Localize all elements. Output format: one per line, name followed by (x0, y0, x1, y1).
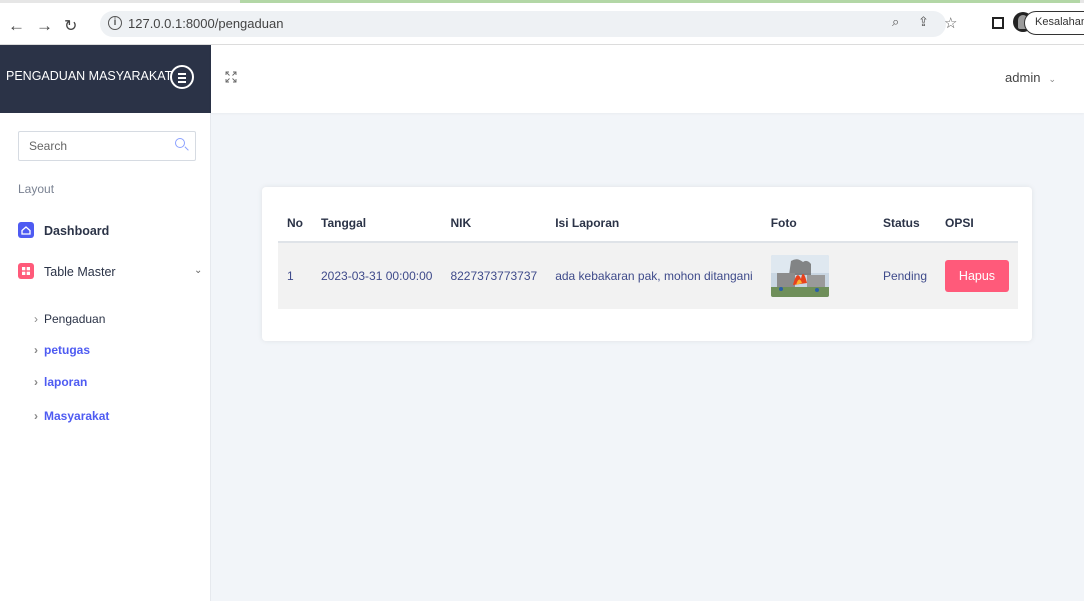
search-input[interactable] (29, 139, 169, 153)
table-row: 1 2023-03-31 00:00:00 8227373773737 ada … (278, 242, 1018, 309)
home-icon (18, 222, 34, 238)
cell-foto (761, 242, 874, 309)
sidebar-brand: PENGADUAN MASYARAKAT (0, 45, 211, 113)
sidebar-subitem-label: petugas (44, 343, 91, 357)
column-header: No (278, 204, 312, 243)
delete-button[interactable]: Hapus (945, 260, 1009, 292)
zoom-icon[interactable]: ⌕ (892, 14, 899, 30)
sidebar-subitem-label: laporan (44, 375, 88, 389)
cell-status: Pending (873, 242, 936, 309)
site-info-icon[interactable]: i (108, 16, 122, 30)
cell-tanggal: 2023-03-31 00:00:00 (312, 242, 442, 309)
share-icon[interactable]: ⇪ (918, 14, 929, 30)
address-bar[interactable]: i 127.0.0.1:8000/pengaduan (100, 11, 946, 37)
sidebar-subitem-label: Pengaduan (44, 312, 106, 326)
user-name: admin (1005, 70, 1041, 85)
back-icon[interactable]: ← (8, 16, 25, 36)
bookmark-star-icon[interactable]: ☆ (944, 14, 957, 32)
browser-toolbar: ← → ↻ i 127.0.0.1:8000/pengaduan ⌕ ⇪ ☆ K… (0, 0, 1084, 45)
sidebar-section-label: Layout (18, 182, 55, 196)
sidebar: PENGADUAN MASYARAKAT Layout Dashboard Ta… (0, 45, 211, 601)
pengaduan-table: No Tanggal NIK Isi Laporan Foto Status O… (278, 204, 1018, 309)
reload-icon[interactable]: ↻ (64, 16, 77, 36)
cell-isi-laporan: ada kebakaran pak, mohon ditangani (546, 242, 762, 309)
column-header: Tanggal (312, 204, 442, 243)
chevron-down-icon: ⌄ (194, 265, 203, 276)
column-header: Isi Laporan (546, 204, 762, 243)
user-menu[interactable]: admin ⌄ (1005, 70, 1056, 85)
menu-toggle-icon[interactable] (170, 65, 194, 89)
profile-error-label: Kesalahan (1035, 16, 1084, 28)
loading-bar (0, 0, 1084, 3)
sidebar-subitem-pengaduan[interactable]: › Pengaduan (34, 312, 105, 326)
sidebar-subitem-label: Masyarakat (44, 409, 110, 423)
sidebar-item-label: Dashboard (44, 224, 110, 238)
cell-opsi: Hapus (936, 242, 1018, 309)
sidebar-subitem-masyarakat[interactable]: › Masyarakat (34, 409, 109, 423)
search-icon[interactable] (175, 138, 185, 148)
column-header: OPSI (936, 204, 1018, 243)
grid-icon (18, 263, 34, 279)
chevron-down-icon: ⌄ (1048, 74, 1056, 84)
report-photo[interactable] (770, 255, 829, 297)
chevron-right-icon: › (34, 409, 38, 423)
sidebar-subitem-laporan[interactable]: › laporan (34, 375, 87, 389)
cell-no: 1 (278, 242, 312, 309)
url-text: 127.0.0.1:8000/pengaduan (128, 16, 284, 31)
topbar: admin ⌄ (211, 45, 1084, 113)
extension-icon[interactable] (992, 17, 1004, 29)
forward-icon[interactable]: → (36, 16, 53, 36)
table-header-row: No Tanggal NIK Isi Laporan Foto Status O… (278, 204, 1018, 243)
sidebar-subitem-petugas[interactable]: › petugas (34, 343, 90, 357)
profile-error-button[interactable]: Kesalahan ⋮ (1024, 11, 1084, 35)
chevron-right-icon: › (34, 343, 38, 357)
column-header: Foto (761, 204, 874, 243)
sidebar-search (18, 131, 196, 161)
fullscreen-icon[interactable] (225, 71, 237, 83)
column-header: Status (873, 204, 936, 243)
column-header: NIK (441, 204, 547, 243)
cell-nik: 8227373773737 (441, 242, 547, 309)
chevron-right-icon: › (34, 312, 38, 326)
pengaduan-card: No Tanggal NIK Isi Laporan Foto Status O… (262, 187, 1032, 341)
sidebar-item-label: Table Master (44, 265, 116, 279)
app-title: PENGADUAN MASYARAKAT (6, 69, 173, 83)
chevron-right-icon: › (34, 375, 38, 389)
